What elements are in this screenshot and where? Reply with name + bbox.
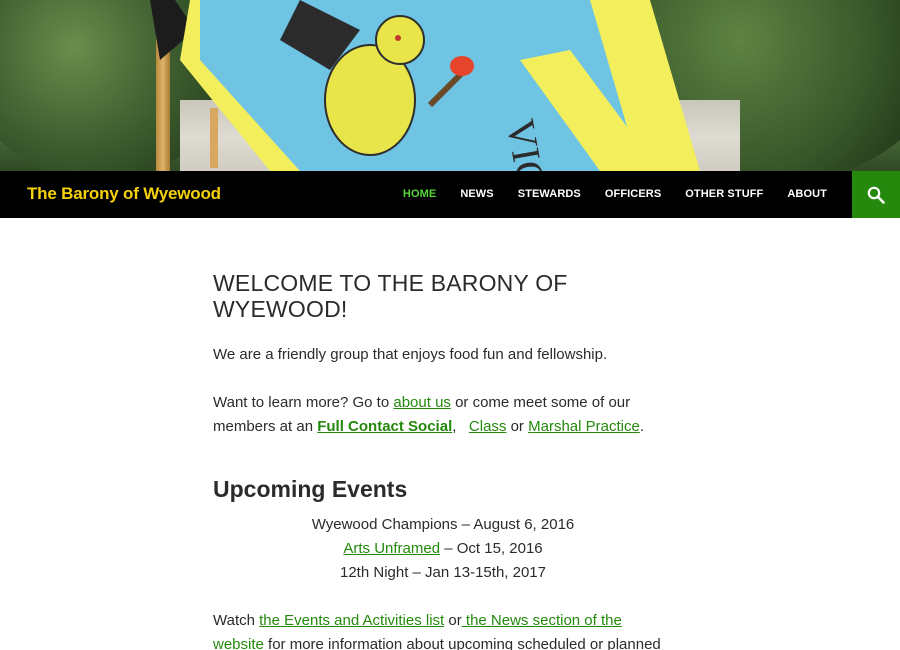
barony-banner-flag-icon: VIC	[150, 0, 700, 171]
upcoming-events-heading: Upcoming Events	[213, 476, 408, 502]
marshal-practice-link[interactable]: Marshal Practice	[528, 418, 640, 435]
nav-item-news[interactable]: NEWS	[448, 171, 505, 218]
learn-text: Want to learn more? Go to	[213, 394, 394, 411]
main-content: WELCOME TO THE BARONY OF WYEWOOD! We are…	[213, 270, 673, 650]
full-contact-social-link[interactable]: Full Contact Social	[317, 418, 452, 435]
event-item: Arts Unframed – Oct 15, 2016	[213, 537, 673, 561]
about-us-link[interactable]: about us	[393, 394, 451, 411]
arts-unframed-link[interactable]: Arts Unframed	[343, 540, 440, 557]
event-date: – Oct 15, 2016	[440, 540, 543, 557]
events-list: Wyewood Champions – August 6, 2016 Arts …	[213, 513, 673, 585]
nav-item-other-stuff[interactable]: OTHER STUFF	[673, 171, 775, 218]
site-header: The Barony of Wyewood HOME NEWS STEWARDS…	[0, 171, 900, 218]
site-title-link[interactable]: The Barony of Wyewood	[27, 184, 221, 204]
watch-paragraph: Watch the Events and Activities list or …	[213, 609, 673, 650]
learn-text: or	[506, 418, 529, 435]
watch-text: or	[444, 612, 462, 629]
page: VIC The Barony of Wyewood HOME NEWS STEW…	[0, 0, 900, 650]
header-banner-image[interactable]: VIC	[0, 0, 900, 171]
search-icon	[867, 186, 885, 204]
learn-more-paragraph: Want to learn more? Go to about us or co…	[213, 391, 673, 439]
nav-item-about[interactable]: ABOUT	[775, 171, 839, 218]
nav-item-stewards[interactable]: STEWARDS	[506, 171, 593, 218]
primary-navigation: HOME NEWS STEWARDS OFFICERS OTHER STUFF …	[391, 171, 839, 218]
watch-text: for more information about upcoming sche…	[263, 636, 661, 650]
nav-item-officers[interactable]: OFFICERS	[593, 171, 673, 218]
watch-text: Watch	[213, 612, 260, 629]
intro-paragraph: We are a friendly group that enjoys food…	[213, 346, 608, 363]
page-title: WELCOME TO THE BARONY OF WYEWOOD!	[213, 270, 568, 322]
learn-text: .	[639, 418, 644, 435]
event-item: 12th Night – Jan 13-15th, 2017	[340, 564, 546, 581]
class-link[interactable]: Class	[469, 418, 507, 435]
learn-separator: ,	[452, 418, 469, 435]
event-item: Wyewood Champions – August 6, 2016	[311, 516, 575, 533]
events-activities-link[interactable]: the Events and Activities list	[259, 612, 444, 629]
search-toggle-button[interactable]	[852, 171, 900, 218]
nav-item-home[interactable]: HOME	[391, 171, 448, 218]
